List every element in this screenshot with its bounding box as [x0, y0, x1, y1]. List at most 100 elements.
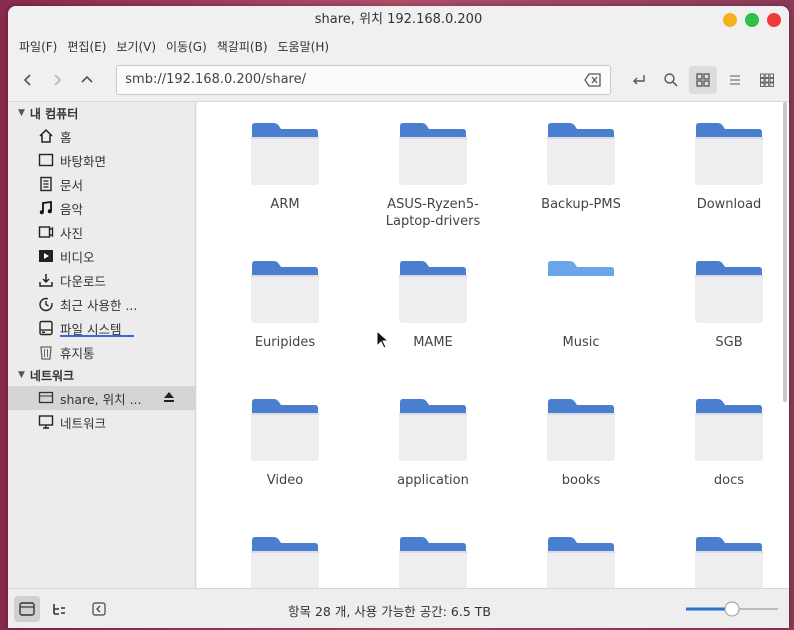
folder-item[interactable] [507, 536, 655, 588]
folder-name-line1: Euripides [254, 335, 316, 350]
clear-location-icon[interactable] [584, 72, 602, 92]
menu-file[interactable]: 파일(F) [14, 38, 62, 55]
folder-icon [251, 261, 319, 323]
location-bar[interactable]: smb://192.168.0.200/share/ [116, 64, 611, 95]
sidebar-item-videos[interactable]: 비디오 [8, 244, 195, 268]
sidebar-item-documents[interactable]: 문서 [8, 172, 195, 196]
folder-item[interactable]: Backup-PMS [507, 122, 655, 246]
folder-name-line1: Download [696, 197, 762, 212]
folder-item[interactable]: Euripides [211, 260, 359, 384]
folder-icon [547, 123, 615, 185]
connect-button[interactable] [625, 66, 653, 94]
sidebar-item-trash[interactable]: 휴지통 [8, 340, 195, 364]
sidebar-item-label: 최근 사용한 ... [60, 297, 138, 313]
folder-item[interactable]: MAME [359, 260, 507, 384]
desktop-icon [38, 152, 54, 168]
trash-icon [38, 344, 54, 360]
folder-icon [399, 123, 467, 185]
file-manager-window: share, 위치 192.168.0.200 파일(F) 편집(E) 보기(V… [8, 6, 789, 628]
folder-name-line1: Video [266, 473, 304, 488]
return-arrow-icon [632, 74, 645, 84]
sidebar-toggle-icon [19, 601, 35, 616]
pictures-icon [38, 224, 54, 240]
sidebar-item-pictures[interactable]: 사진 [8, 220, 195, 244]
folder-item[interactable]: Video [211, 398, 359, 522]
scrollbar[interactable] [783, 102, 787, 588]
folder-label: Backup-PMS [516, 196, 646, 213]
folder-name-line1: Music [562, 335, 600, 350]
icon-view-button[interactable] [688, 65, 717, 94]
maximize-button[interactable] [745, 13, 759, 27]
chevron-right-icon [54, 73, 62, 86]
close-button[interactable] [767, 13, 781, 27]
folder-label: docs [664, 472, 789, 489]
menu-edit[interactable]: 편집(E) [62, 38, 111, 55]
sidebar-item-desktop[interactable]: 바탕화면 [8, 148, 195, 172]
folder-label: Music [516, 334, 646, 351]
up-button[interactable] [75, 67, 98, 93]
folder-label: application [368, 472, 498, 489]
sidebar-item-home[interactable]: 홈 [8, 124, 195, 148]
back-button[interactable] [16, 67, 39, 93]
folder-name-line2: Laptop-drivers [385, 214, 481, 229]
folder-item[interactable] [211, 536, 359, 588]
chevron-left-icon [23, 73, 31, 86]
sidebar-item-label: 바탕화면 [60, 153, 107, 169]
menu-view[interactable]: 보기(V) [111, 38, 161, 55]
menu-go[interactable]: 이동(G) [161, 38, 212, 55]
folder-name-line1: Backup-PMS [541, 197, 621, 212]
folder-item[interactable]: Download [655, 122, 789, 246]
compact-view-button[interactable] [753, 66, 781, 94]
sidebar-item-label: 휴지통 [60, 345, 95, 361]
statusbar: 항목 28 개, 사용 가능한 공간: 6.5 TB [8, 588, 789, 628]
toolbar: smb://192.168.0.200/share/ [8, 58, 789, 102]
folder-item[interactable] [655, 536, 789, 588]
zoom-slider[interactable] [684, 601, 780, 617]
folder-label: SGB [664, 334, 789, 351]
folder-name-line1: SGB [715, 335, 743, 350]
zoom-knob[interactable] [724, 601, 740, 617]
folder-item[interactable]: SGB [655, 260, 789, 384]
menu-bookmarks[interactable]: 책갈피(B) [212, 38, 273, 55]
menu-help[interactable]: 도움말(H) [273, 38, 335, 55]
folder-label: Download [664, 196, 789, 213]
sidebar-header-computer[interactable]: ▼ 내 컴퓨터 [8, 102, 195, 124]
tree-view-button[interactable] [46, 596, 72, 622]
folder-label: books [516, 472, 646, 489]
network-share-icon [38, 390, 54, 406]
minimize-button[interactable] [723, 13, 737, 27]
folder-item[interactable]: books [507, 398, 655, 522]
forward-button[interactable] [45, 67, 68, 93]
sidebar-item-label: 홈 [60, 129, 72, 145]
folder-item[interactable]: docs [655, 398, 789, 522]
sidebar-item-share[interactable]: share, 위치 ... [8, 386, 195, 410]
expand-caret-icon: ▼ [18, 370, 25, 380]
eject-icon[interactable] [163, 391, 175, 406]
list-icon [729, 74, 740, 85]
toggle-sidebar-button[interactable] [14, 595, 40, 622]
sidebar-item-filesystem[interactable]: 파일 시스템 [8, 316, 195, 340]
folder-name-line1: books [561, 473, 601, 488]
folder-item[interactable] [359, 536, 507, 588]
folder-item[interactable]: Music [507, 260, 655, 384]
sidebar-item-recent[interactable]: 최근 사용한 ... [8, 292, 195, 316]
sidebar-item-network[interactable]: 네트워크 [8, 410, 195, 434]
documents-icon [38, 176, 54, 192]
folder-item[interactable]: ARM [211, 122, 359, 246]
video-icon [38, 248, 54, 264]
search-button[interactable] [657, 66, 685, 94]
folder-item[interactable]: ASUS-Ryzen5- Laptop-drivers [359, 122, 507, 246]
folder-icon [695, 537, 763, 588]
list-view-button[interactable] [721, 66, 749, 94]
folder-item[interactable]: application [359, 398, 507, 522]
filesystem-icon [38, 320, 54, 336]
folder-icon [399, 399, 467, 461]
sidebar-item-music[interactable]: 음악 [8, 196, 195, 220]
folder-label: ASUS-Ryzen5- Laptop-drivers [368, 196, 498, 230]
sidebar-header-network[interactable]: ▼ 네트워크 [8, 364, 195, 386]
folder-name-line1: docs [713, 473, 745, 488]
sidebar-item-downloads[interactable]: 다운로드 [8, 268, 195, 292]
menubar: 파일(F) 편집(E) 보기(V) 이동(G) 책갈피(B) 도움말(H) [8, 34, 789, 58]
sidebar-header-label: 네트워크 [29, 368, 75, 383]
collapse-sidebar-button[interactable] [86, 596, 112, 622]
